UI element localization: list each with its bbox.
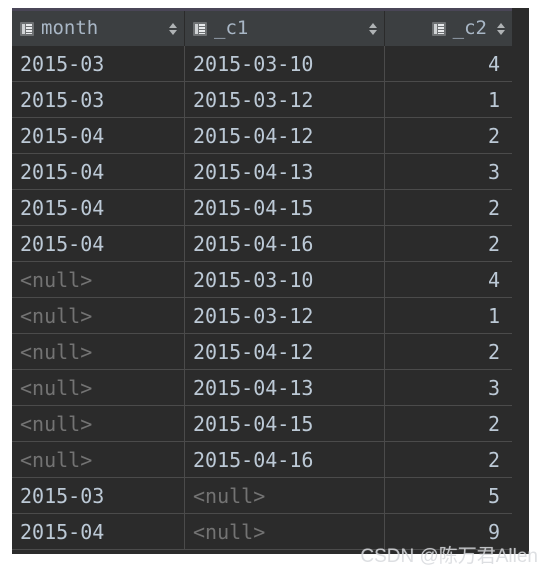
table-cell-month[interactable]: <null> (12, 406, 185, 441)
table-cell-month[interactable]: <null> (12, 298, 185, 333)
column-header-label: _c2 (452, 17, 487, 39)
result-grid: month _c1 _c2 2015-03 2015-03-10 4 2015-03 2… (12, 8, 512, 554)
sort-updown-icon[interactable] (369, 22, 378, 36)
table-cell-c2[interactable]: 2 (385, 190, 512, 225)
table-row[interactable]: <null> 2015-03-10 4 (12, 262, 512, 298)
table-cell-month[interactable]: <null> (12, 334, 185, 369)
table-cell-c1[interactable]: 2015-04-16 (185, 226, 385, 261)
table-cell-month[interactable]: 2015-03 (12, 82, 185, 117)
table-cell-c1[interactable]: <null> (185, 514, 385, 549)
table-row[interactable]: <null> 2015-03-12 1 (12, 298, 512, 334)
table-cell-c2[interactable]: 2 (385, 334, 512, 369)
table-cell-c1[interactable]: 2015-04-13 (185, 154, 385, 189)
table-row[interactable]: 2015-04 2015-04-12 2 (12, 118, 512, 154)
table-row[interactable]: 2015-03 2015-03-10 4 (12, 46, 512, 82)
table-cell-c2[interactable]: 4 (385, 262, 512, 297)
table-row[interactable]: 2015-03 <null> 5 (12, 478, 512, 514)
table-cell-month[interactable]: 2015-04 (12, 190, 185, 225)
table-cell-month[interactable]: <null> (12, 262, 185, 297)
table-row[interactable]: <null> 2015-04-16 2 (12, 442, 512, 478)
table-cell-c1[interactable]: 2015-03-10 (185, 46, 385, 81)
sort-updown-icon[interactable] (497, 22, 506, 36)
table-cell-c1[interactable]: 2015-04-15 (185, 190, 385, 225)
table-cell-c2[interactable]: 2 (385, 118, 512, 153)
table-cell-c2[interactable]: 9 (385, 514, 512, 549)
table-grid-icon (431, 21, 446, 36)
column-header-c2[interactable]: _c2 (385, 11, 512, 46)
table-cell-c1[interactable]: <null> (185, 478, 385, 513)
column-header-c1[interactable]: _c1 (185, 11, 385, 46)
table-cell-c2[interactable]: 4 (385, 46, 512, 81)
table-row[interactable]: 2015-04 2015-04-16 2 (12, 226, 512, 262)
table-grid-icon (193, 21, 207, 36)
table-cell-c2[interactable]: 1 (385, 82, 512, 117)
table-cell-c2[interactable]: 2 (385, 406, 512, 441)
table-row[interactable]: <null> 2015-04-12 2 (12, 334, 512, 370)
table-cell-c1[interactable]: 2015-04-12 (185, 118, 385, 153)
sort-updown-icon[interactable] (169, 22, 178, 36)
table-cell-c1[interactable]: 2015-04-15 (185, 406, 385, 441)
table-cell-c2[interactable]: 1 (385, 298, 512, 333)
table-cell-c2[interactable]: 2 (385, 226, 512, 261)
table-cell-c1[interactable]: 2015-03-12 (185, 298, 385, 333)
table-cell-c1[interactable]: 2015-03-10 (185, 262, 385, 297)
table-cell-month[interactable]: 2015-04 (12, 154, 185, 189)
table-cell-month[interactable]: <null> (12, 370, 185, 405)
table-cell-month[interactable]: 2015-04 (12, 514, 185, 549)
table-cell-c2[interactable]: 2 (385, 442, 512, 477)
table-row[interactable]: 2015-03 2015-03-12 1 (12, 82, 512, 118)
table-row[interactable]: <null> 2015-04-15 2 (12, 406, 512, 442)
table-cell-c1[interactable]: 2015-04-13 (185, 370, 385, 405)
table-cell-month[interactable]: 2015-04 (12, 226, 185, 261)
table-cell-c1[interactable]: 2015-03-12 (185, 82, 385, 117)
table-cell-month[interactable]: 2015-03 (12, 478, 185, 513)
table-cell-c2[interactable]: 3 (385, 370, 512, 405)
table-row[interactable]: 2015-04 <null> 9 (12, 514, 512, 550)
column-header-month[interactable]: month (12, 11, 185, 46)
column-header-label: _c1 (214, 17, 249, 39)
table-row[interactable]: 2015-04 2015-04-15 2 (12, 190, 512, 226)
table-row[interactable]: 2015-04 2015-04-13 3 (12, 154, 512, 190)
table-cell-c2[interactable]: 3 (385, 154, 512, 189)
table-cell-c2[interactable]: 5 (385, 478, 512, 513)
column-header-label: month (41, 17, 99, 39)
grid-body: 2015-03 2015-03-10 4 2015-03 2015-03-12 1 2015… (12, 46, 512, 554)
table-cell-month[interactable]: 2015-04 (12, 118, 185, 153)
table-cell-month[interactable]: <null> (12, 442, 185, 477)
table-grid-icon (20, 21, 34, 36)
table-row[interactable]: <null> 2015-04-13 3 (12, 370, 512, 406)
table-cell-month[interactable]: 2015-03 (12, 46, 185, 81)
table-cell-c1[interactable]: 2015-04-12 (185, 334, 385, 369)
table-cell-c1[interactable]: 2015-04-16 (185, 442, 385, 477)
grid-header-row: month _c1 _c2 (12, 11, 512, 46)
